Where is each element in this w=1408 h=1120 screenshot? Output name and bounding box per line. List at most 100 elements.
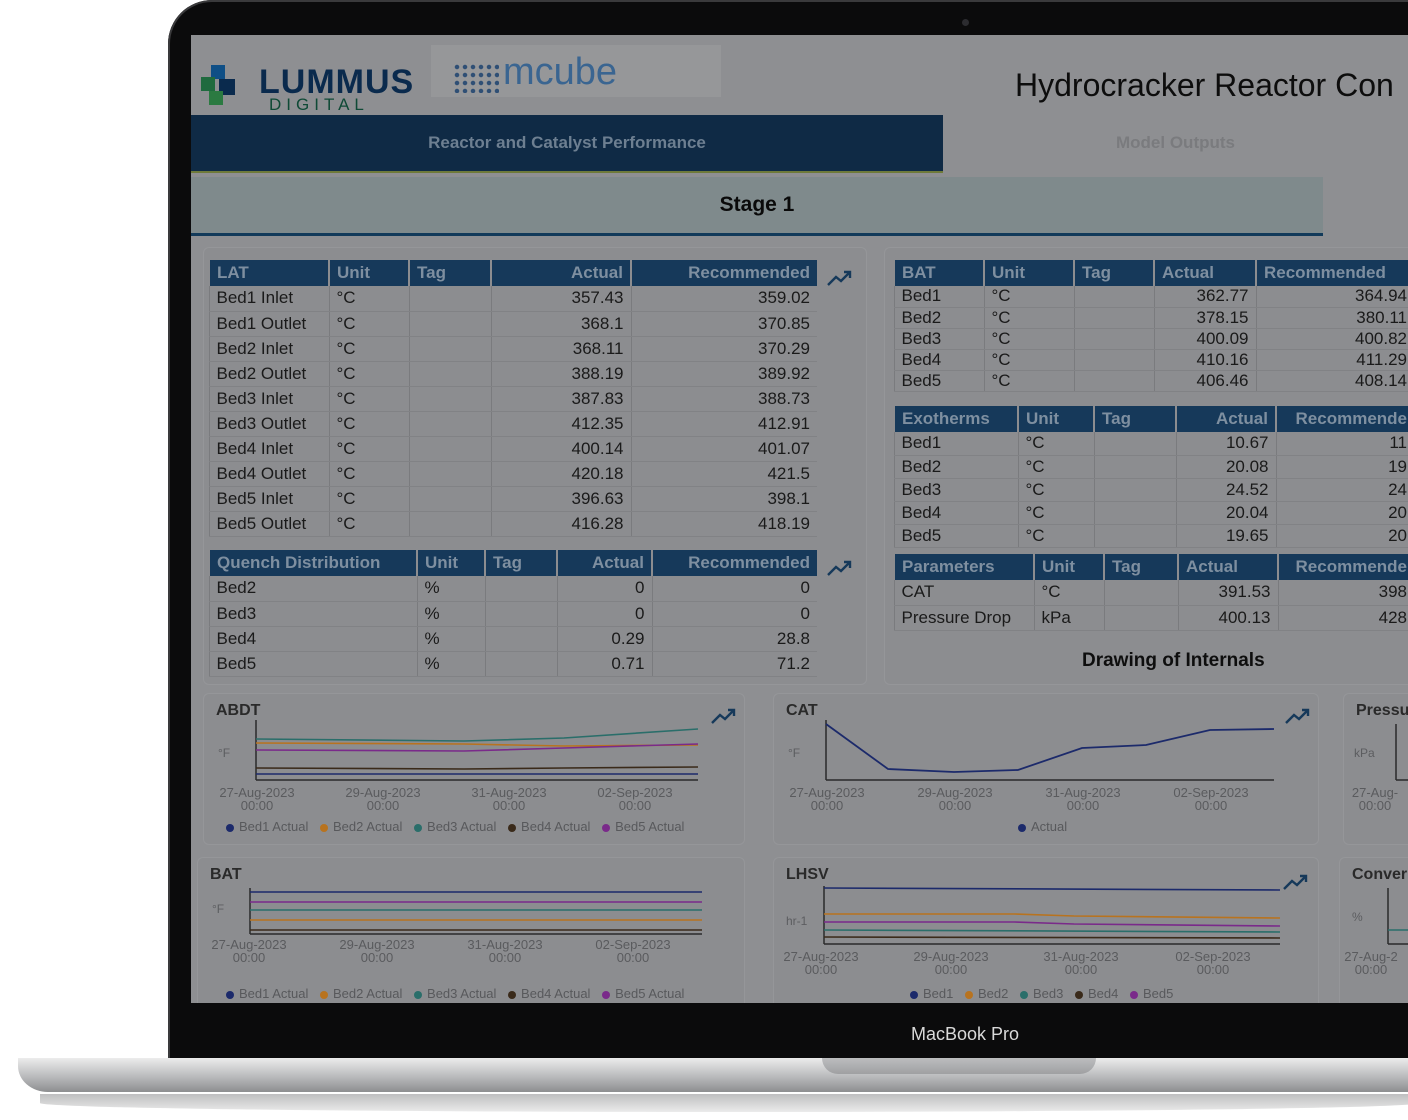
table-row: Bed4 Outlet °C 420.18 421.5 [208, 461, 817, 487]
legend-item[interactable]: Bed5 Actual [602, 819, 684, 834]
table-cell: 412.91 [630, 411, 817, 437]
table-cell: 396.63 [490, 486, 631, 512]
table-cell: 387.83 [490, 386, 631, 412]
table-header-cell: Exotherms [893, 406, 1018, 432]
legend-item[interactable]: Bed3 Actual [414, 986, 496, 1001]
table-cell: 368.1 [490, 311, 631, 337]
table-row: Bed4 Inlet °C 400.14 401.07 [208, 436, 817, 462]
table-cell [1073, 328, 1154, 350]
device-brand-label: MacBook Pro [910, 1024, 1020, 1044]
table-header-cell: Actual [556, 550, 652, 576]
table-cell: 10.67 [1175, 432, 1276, 456]
table-header-cell: Tag [408, 260, 491, 286]
mcube-logo: mcube [431, 45, 721, 97]
table-header-cell: Actual [1153, 260, 1256, 286]
legend-item[interactable]: Bed3 Actual [414, 819, 496, 834]
x-tick-label: 27-Aug-2023 00:00 [789, 785, 865, 813]
table-cell: % [416, 601, 485, 627]
x-tick-label: 02-Sep-2023 00:00 [1173, 785, 1249, 813]
table-cell: °C [1017, 432, 1094, 456]
tab-model-outputs[interactable]: Model Outputs [943, 115, 1408, 171]
x-tick-label: 29-Aug-2023 00:00 [339, 937, 415, 965]
table-cell [408, 386, 491, 412]
page-title: Hydrocracker Reactor Con [1015, 67, 1394, 103]
table-cell [484, 651, 557, 677]
table-cell: 20 [1275, 501, 1408, 525]
table-header-cell: Actual [1177, 554, 1278, 580]
table-row: Bed1 °C 362.77 364.94 [893, 286, 1408, 308]
table-cell [408, 486, 491, 512]
trend-chart-icon[interactable] [710, 706, 738, 726]
pressure-plot [1395, 724, 1408, 781]
legend-item[interactable]: Bed1 Actual [226, 986, 308, 1001]
legend-item[interactable]: Bed5 Actual [602, 986, 684, 1001]
table-cell: 388.73 [630, 386, 817, 412]
table-cell: 408.14 [1255, 370, 1408, 392]
table-cell [408, 461, 491, 487]
table-cell [1073, 307, 1154, 329]
table-cell [1093, 478, 1176, 502]
stage-tabs: Stage 1 [191, 177, 1408, 236]
x-tick-label: 29-Aug-2023 00:00 [345, 785, 421, 813]
table-cell: Bed4 [893, 501, 1018, 525]
laptop-base [18, 1058, 1408, 1092]
table-cell: Bed5 Outlet [208, 511, 329, 537]
table-cell: °C [1017, 455, 1094, 479]
trend-chart-icon[interactable] [1284, 706, 1312, 726]
legend-item[interactable]: Bed1 Actual [226, 819, 308, 834]
table-cell: °C [328, 486, 409, 512]
legend-item[interactable]: Bed5 [1130, 986, 1173, 1001]
series-line-bed4 [823, 936, 1281, 939]
camera-icon [962, 19, 969, 26]
table-header-cell: Tag [484, 550, 557, 576]
table-row: Bed3 °C 400.09 400.82 [893, 328, 1408, 350]
table-cell: 357.43 [490, 286, 631, 312]
trend-chart-icon[interactable] [826, 558, 854, 578]
legend-item[interactable]: Bed4 Actual [508, 986, 590, 1001]
table-cell: Bed3 [893, 478, 1018, 502]
legend-item[interactable]: Bed4 Actual [508, 819, 590, 834]
table-cell: 364.94 [1255, 286, 1408, 308]
laptop-shadow [40, 1094, 1408, 1112]
legend-item[interactable]: Bed1 [910, 986, 953, 1001]
table-header-cell: Quench Distribution [208, 550, 417, 576]
conversion-plot [1387, 888, 1408, 945]
legend-item[interactable]: Bed2 [965, 986, 1008, 1001]
tab-reactor-catalyst-performance[interactable]: Reactor and Catalyst Performance [191, 115, 943, 173]
table-cell: Bed1 Outlet [208, 311, 329, 337]
table-cell: kPa [1033, 605, 1104, 631]
legend-item[interactable]: Bed2 Actual [320, 819, 402, 834]
bat-chart: BAT °F 27-Aug-2023 00:00 29-Aug-2023 00:00… [197, 857, 745, 1003]
chart-legend: Actual [1018, 819, 1075, 834]
table-cell: % [416, 576, 485, 602]
lhsv-plot [823, 886, 1281, 945]
tab-stage-1[interactable]: Stage 1 [191, 177, 1323, 236]
laptop-notch [822, 1058, 1096, 1074]
screen: LUMMUS DIGITAL mcube Hydrocracker Reacto… [191, 35, 1408, 1003]
table-cell [1073, 286, 1154, 308]
logo-subtext: DIGITAL [269, 95, 369, 114]
table-cell: 19.65 [1175, 524, 1276, 548]
conversion-chart: Conver % 27-Aug-2 00:00 [1339, 857, 1408, 1003]
legend-item[interactable]: Bed3 [1020, 986, 1063, 1001]
legend-item[interactable]: Bed2 Actual [320, 986, 402, 1001]
series-line-bed3 [823, 929, 1281, 933]
table-row: Bed5 Inlet °C 396.63 398.1 [208, 486, 817, 512]
table-cell: 389.92 [630, 361, 817, 387]
table-row: CAT °C 391.53 398 [893, 580, 1408, 606]
legend-item[interactable]: Bed4 [1075, 986, 1118, 1001]
table-header-cell: Recommende [1277, 554, 1408, 580]
table-cell: °C [983, 286, 1074, 308]
table-cell: Bed4 [208, 626, 417, 652]
x-tick-label: 27-Aug-2023 00:00 [211, 937, 287, 965]
tab-stage-2[interactable] [1323, 177, 1408, 233]
trend-chart-icon[interactable] [1282, 872, 1310, 892]
x-tick-label: 02-Sep-2023 00:00 [1175, 949, 1251, 977]
table-cell: Bed2 Outlet [208, 361, 329, 387]
table-cell: °C [328, 361, 409, 387]
table-header-row: Parameters Unit Tag Actual Recommende [893, 554, 1408, 580]
legend-item[interactable]: Actual [1018, 819, 1067, 834]
table-cell [1093, 455, 1176, 479]
trend-chart-icon[interactable] [826, 268, 854, 288]
table-row: Bed5 °C 406.46 408.14 [893, 370, 1408, 392]
